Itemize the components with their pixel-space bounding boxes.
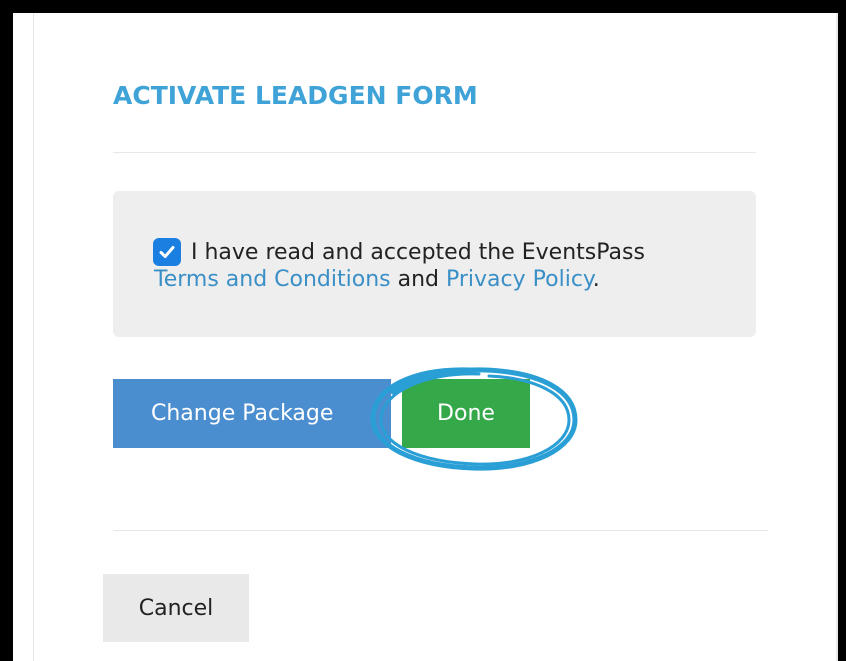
leadgen-modal: ACTIVATE LEADGEN FORM I have read and ac… [13,13,838,661]
cancel-button[interactable]: Cancel [103,574,249,642]
modal-right-border [836,13,838,661]
terms-text-prefix: I have read and accepted the EventsPass [191,240,645,265]
terms-and-conditions-link[interactable]: Terms and Conditions [154,267,391,292]
change-package-button[interactable]: Change Package [113,379,391,448]
privacy-policy-link[interactable]: Privacy Policy [446,267,593,292]
modal-left-border [33,13,34,661]
footer-divider [113,530,768,531]
terms-connector: and [397,267,439,292]
done-button[interactable]: Done [402,379,530,448]
header-divider [113,152,756,153]
page: ACTIVATE LEADGEN FORM I have read and ac… [0,0,846,661]
terms-checkbox[interactable] [153,238,181,266]
terms-panel: I have read and accepted the EventsPass … [113,191,756,337]
terms-statement: I have read and accepted the EventsPass … [154,240,751,292]
modal-title: ACTIVATE LEADGEN FORM [113,81,478,110]
checkmark-icon [159,246,175,258]
terms-end-punct: . [592,267,600,292]
